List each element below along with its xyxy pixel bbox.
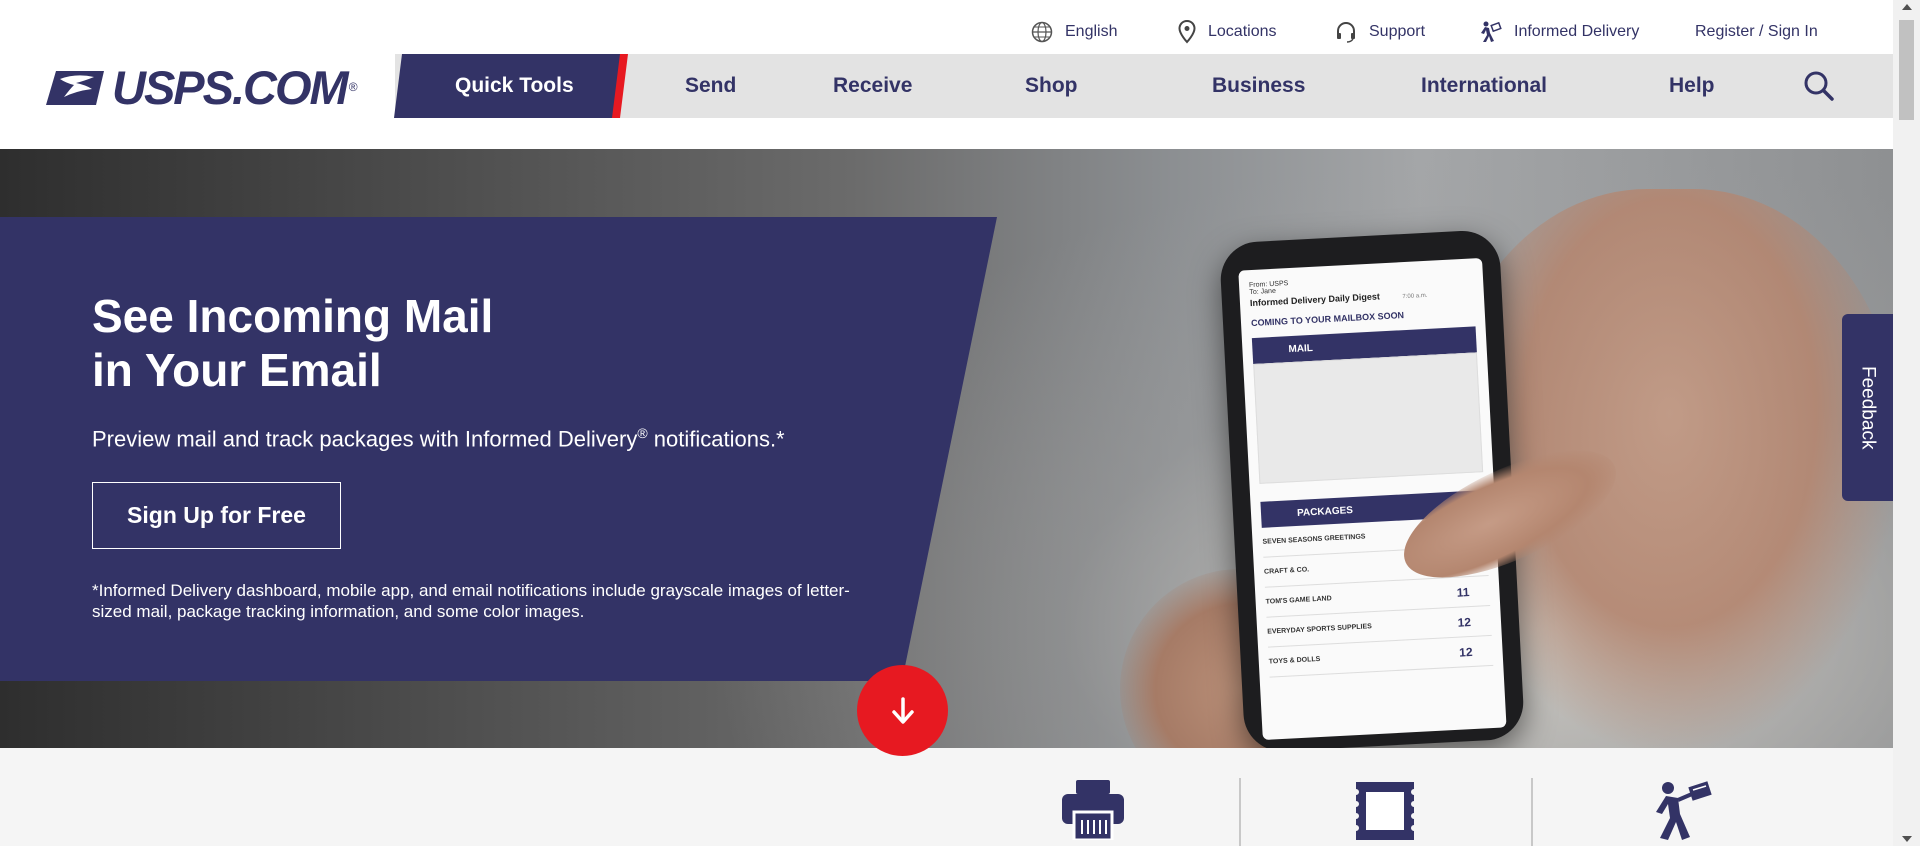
phone-package-name: EVERYDAY SPORTS SUPPLIES (1267, 623, 1373, 636)
mail-carrier-icon (1481, 21, 1502, 42)
divider (1531, 778, 1533, 846)
scroll-down-arrow-icon[interactable] (1902, 836, 1912, 842)
headset-icon (1337, 22, 1355, 43)
click-n-ship-printer-icon[interactable] (1062, 780, 1124, 845)
informed-delivery-label: Informed Delivery (1514, 23, 1640, 40)
nav-business[interactable]: Business (1212, 54, 1305, 118)
hero-subtitle-text: Preview mail and track packages with Inf… (92, 426, 638, 452)
informed-delivery-link[interactable]: Informed Delivery (1478, 18, 1639, 46)
logo-text: USPS.COM (112, 60, 349, 114)
nav-international[interactable]: International (1421, 54, 1547, 118)
phone-coming-soon: COMING TO YOUR MAILBOX SOON (1250, 310, 1405, 329)
phone-package-name: TOYS & DOLLS (1268, 655, 1321, 666)
hero-title: See Incoming Mail in Your Email (92, 289, 792, 397)
phone-package-count: 12 (1457, 614, 1472, 630)
divider (1239, 778, 1241, 846)
stamp-icon[interactable] (1353, 780, 1417, 846)
nav-send[interactable]: Send (685, 54, 736, 118)
usps-logo[interactable]: USPS.COM ® (46, 60, 371, 114)
hero-title-line2: in Your Email (92, 344, 382, 396)
phone-package-count: 11 (1456, 584, 1470, 600)
sign-up-button[interactable]: Sign Up for Free (92, 482, 341, 549)
phone-mail-preview (1253, 352, 1484, 484)
support-label: Support (1369, 23, 1426, 40)
hero-subtitle: Preview mail and track packages with Inf… (92, 425, 785, 452)
arrow-down-icon (891, 696, 914, 724)
hero-title-line1: See Incoming Mail (92, 290, 494, 342)
phone-package-name: SEVEN SEASONS GREETINGS (1262, 533, 1366, 546)
nav-shop[interactable]: Shop (1025, 54, 1078, 118)
register-signin-label: Register / Sign In (1695, 23, 1818, 40)
feedback-tab[interactable]: Feedback (1842, 314, 1893, 501)
phone-time: 7:00 a.m. (1402, 292, 1428, 301)
nav-receive[interactable]: Receive (833, 54, 912, 118)
registered-mark: ® (637, 425, 648, 441)
search-icon (1804, 71, 1834, 101)
hero-disclaimer: *Informed Delivery dashboard, mobile app… (92, 581, 850, 621)
phone-package-count: 12 (1458, 644, 1473, 660)
location-pin-icon (1178, 20, 1196, 44)
scroll-thumb[interactable] (1899, 20, 1914, 120)
eagle-logo-icon (46, 71, 104, 105)
nav-quick-tools[interactable]: Quick Tools (455, 54, 574, 118)
support-link[interactable]: Support (1335, 18, 1425, 46)
utility-bar: English Locations Support Informed Deliv… (0, 0, 1893, 54)
phone-package-name: CRAFT & CO. (1263, 566, 1310, 576)
schedule-pickup-carrier-icon[interactable] (1648, 780, 1712, 846)
logo-registered-mark: ® (348, 80, 358, 94)
quick-tools-strip (0, 748, 1893, 846)
language-link[interactable]: English (1031, 18, 1117, 46)
feedback-label: Feedback (1857, 365, 1879, 450)
hero-banner: From: USPS To: Jane Informed Delivery Da… (0, 149, 1893, 748)
phone-package-name: TOM'S GAME LAND (1265, 595, 1332, 606)
locations-link[interactable]: Locations (1178, 18, 1277, 46)
language-label: English (1065, 23, 1118, 40)
scroll-up-arrow-icon[interactable] (1902, 4, 1912, 10)
scroll-down-button[interactable] (857, 665, 948, 756)
locations-label: Locations (1208, 23, 1277, 40)
nav-search-button[interactable] (1803, 54, 1835, 118)
globe-icon (1031, 21, 1053, 43)
scrollbar[interactable] (1893, 0, 1920, 846)
nav-help[interactable]: Help (1669, 54, 1715, 118)
register-signin-link[interactable]: Register / Sign In (1695, 18, 1818, 46)
hero-subtitle-end: notifications.* (647, 426, 785, 452)
